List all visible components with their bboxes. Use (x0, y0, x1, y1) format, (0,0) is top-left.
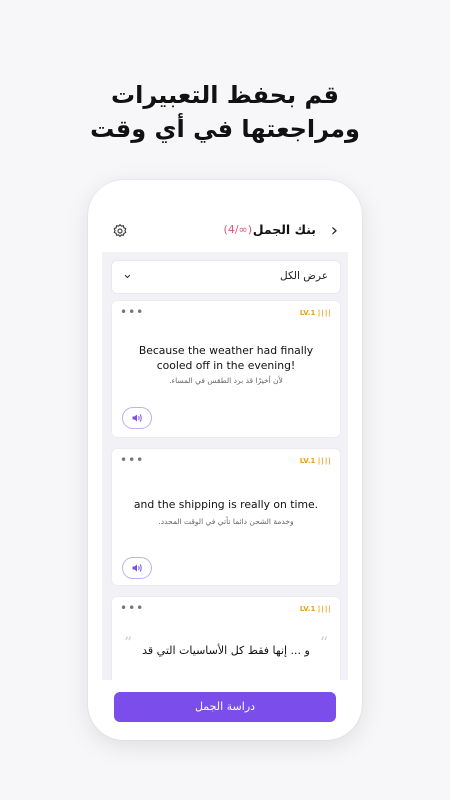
bottom-bar: دراسة الجمل (102, 680, 348, 740)
more-options-icon[interactable]: ••• (120, 453, 144, 467)
study-sentences-button[interactable]: دراسة الجمل (114, 692, 336, 722)
arabic-sentence: و ... إنها فقط كل الأساسيات التي قد (142, 644, 310, 657)
level-badge: LV.1 |||| (299, 309, 332, 317)
chevron-down-icon: ⌄ (122, 267, 133, 282)
promo-line-2: ومراجعتها في أي وقت (90, 115, 360, 143)
filter-label: عرض الكل (280, 270, 328, 282)
more-options-icon[interactable]: ••• (120, 601, 144, 615)
level-badge: LV.1 |||| (299, 457, 332, 465)
gear-icon[interactable] (112, 223, 128, 239)
quote-open-icon: “ (319, 633, 328, 652)
speaker-icon (132, 564, 142, 572)
promo-line-1: قم بحفظ التعبيرات (111, 81, 339, 109)
promo-headline: قم بحفظ التعبيرات ومراجعتها في أي وقت (0, 78, 450, 146)
sentence-list[interactable]: ⌄ عرض الكل ••• LV.1 |||| Because the wea… (102, 252, 348, 722)
app-screen: › بنك الجمل (4/∞) ⌄ عرض الكل ••• LV.1 ||… (102, 210, 348, 740)
level-badge: LV.1 |||| (299, 605, 332, 613)
english-sentence: Because the weather had finally cooled o… (138, 344, 314, 372)
chevron-right-icon[interactable]: › (331, 220, 338, 241)
filter-dropdown[interactable]: ⌄ عرض الكل (111, 260, 341, 294)
more-options-icon[interactable]: ••• (120, 305, 144, 319)
phone-frame: › بنك الجمل (4/∞) ⌄ عرض الكل ••• LV.1 ||… (88, 180, 362, 740)
top-bar: › بنك الجمل (4/∞) (102, 210, 348, 252)
quote-close-icon: ” (124, 633, 133, 652)
sentence-count: (4/∞) (223, 223, 252, 236)
page-title: بنك الجمل (252, 222, 316, 237)
sentence-card[interactable]: ••• LV.1 |||| and the shipping is really… (111, 448, 341, 586)
english-sentence: and the shipping is really on time. (133, 498, 319, 511)
arabic-translation: وخدمة الشحن دائما تأتي في الوقت المحدد. (158, 517, 294, 526)
speaker-icon (132, 414, 142, 422)
play-audio-button[interactable] (122, 407, 152, 429)
sentence-card[interactable]: ••• LV.1 |||| Because the weather had fi… (111, 300, 341, 438)
play-audio-button[interactable] (122, 557, 152, 579)
arabic-translation: لأن أخيرًا قد برد الطقس في المساء. (169, 376, 283, 385)
